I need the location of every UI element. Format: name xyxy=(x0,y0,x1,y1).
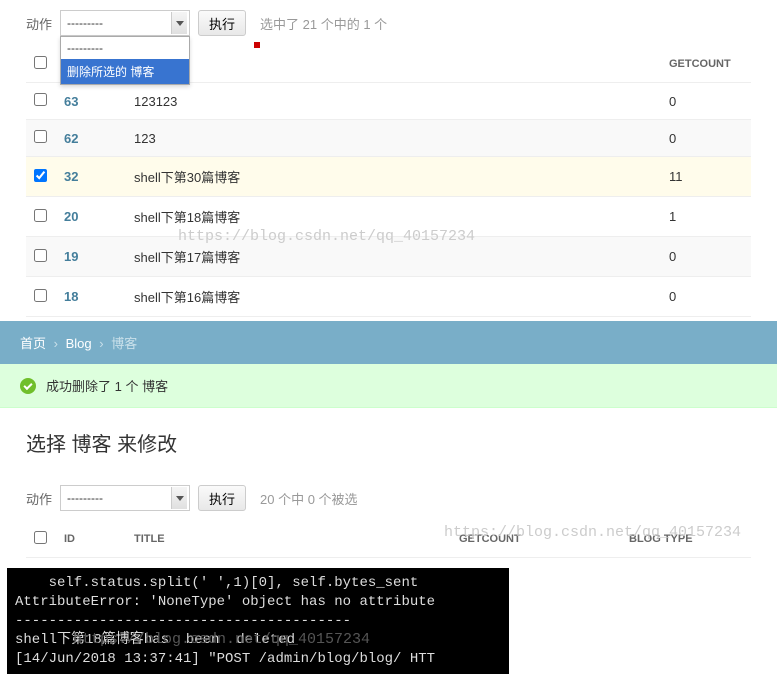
breadcrumb-sep: › xyxy=(99,336,103,351)
table-row: 20 shell下第18篇博客 1 xyxy=(26,197,751,237)
row-checkbox[interactable] xyxy=(34,209,47,222)
row-title: 123 xyxy=(126,120,661,157)
terminal-line: shell下第18篇博客has been deleted xyxy=(15,632,295,648)
go-button[interactable]: 执行 xyxy=(198,485,246,511)
row-getcount: 1 xyxy=(661,197,751,237)
table-row: 62 123 0 xyxy=(26,120,751,157)
row-id-link[interactable]: 18 xyxy=(64,289,78,304)
terminal-line: self.status.split(' ',1)[0], self.bytes_… xyxy=(15,575,427,591)
action-label: 动作 xyxy=(26,489,52,508)
col-getcount[interactable]: GETCOUNT xyxy=(451,521,621,558)
action-row: 动作 --------- 执行 20 个中 0 个被选 xyxy=(26,485,751,511)
action-dropdown: --------- 删除所选的 博客 xyxy=(60,36,190,85)
terminal-line: AttributeError: 'NoneType' object has no… xyxy=(15,594,435,610)
col-blogtype[interactable]: BLOG TYPE xyxy=(621,521,751,558)
terminal-output: self.status.split(' ',1)[0], self.bytes_… xyxy=(7,568,509,674)
breadcrumb-app[interactable]: Blog xyxy=(66,336,92,351)
action-select-value: --------- xyxy=(67,16,103,30)
row-id-link[interactable]: 63 xyxy=(64,94,78,109)
row-id-link[interactable]: 32 xyxy=(64,169,78,184)
action-select-wrap: --------- xyxy=(60,485,190,511)
selection-count: 20 个中 0 个被选 xyxy=(260,489,358,508)
row-getcount: 0 xyxy=(661,83,751,120)
results-table: ID TITLE GETCOUNT 63 123123 0 62 123 0 3… xyxy=(26,46,751,317)
breadcrumb-sep: › xyxy=(54,336,58,351)
row-title: shell下第17篇博客 xyxy=(126,237,661,277)
results-table: ID TITLE GETCOUNT BLOG TYPE xyxy=(26,521,751,558)
table-row: 63 123123 0 xyxy=(26,83,751,120)
row-id-link[interactable]: 20 xyxy=(64,209,78,224)
row-checkbox[interactable] xyxy=(34,130,47,143)
action-select-wrap: --------- --------- 删除所选的 博客 xyxy=(60,10,190,36)
select-all-header xyxy=(26,521,56,558)
row-title: shell下第16篇博客 xyxy=(126,277,661,317)
dropdown-option-delete[interactable]: 删除所选的 博客 xyxy=(61,59,189,84)
page-title: 选择 博客 来修改 xyxy=(26,428,751,457)
table-header-row: ID TITLE GETCOUNT BLOG TYPE xyxy=(26,521,751,558)
breadcrumb: 首页 › Blog › 博客 xyxy=(0,321,777,364)
col-title[interactable]: TITLE xyxy=(126,521,451,558)
row-getcount: 0 xyxy=(661,237,751,277)
action-select[interactable]: --------- xyxy=(60,10,190,36)
table-row: 18 shell下第16篇博客 0 xyxy=(26,277,751,317)
row-title: shell下第18篇博客 xyxy=(126,197,661,237)
success-text: 成功删除了 1 个 博客 xyxy=(46,376,168,395)
select-all-header xyxy=(26,46,56,83)
row-getcount: 0 xyxy=(661,120,751,157)
action-select-value: --------- xyxy=(67,491,103,505)
action-label: 动作 xyxy=(26,14,52,33)
terminal-line: ---------------------------------------- xyxy=(15,613,351,629)
col-getcount[interactable]: GETCOUNT xyxy=(661,46,751,83)
select-all-checkbox[interactable] xyxy=(34,531,47,544)
chevron-down-icon xyxy=(171,487,187,509)
col-id[interactable]: ID xyxy=(56,521,126,558)
row-checkbox[interactable] xyxy=(34,289,47,302)
check-circle-icon xyxy=(20,378,36,394)
select-all-checkbox[interactable] xyxy=(34,56,47,69)
terminal-line: [14/Jun/2018 13:37:41] "POST /admin/blog… xyxy=(15,651,435,667)
row-id-link[interactable]: 62 xyxy=(64,131,78,146)
row-checkbox[interactable] xyxy=(34,93,47,106)
go-button[interactable]: 执行 xyxy=(198,10,246,36)
row-getcount: 0 xyxy=(661,277,751,317)
dropdown-option-blank[interactable]: --------- xyxy=(61,37,189,59)
admin-change-list-top: 动作 --------- --------- 删除所选的 博客 执行 选中了 2… xyxy=(0,0,777,317)
col-title[interactable]: TITLE xyxy=(126,46,661,83)
table-row: 19 shell下第17篇博客 0 xyxy=(26,237,751,277)
success-message: 成功删除了 1 个 博客 xyxy=(0,364,777,408)
row-checkbox[interactable] xyxy=(34,249,47,262)
table-row: 32 shell下第30篇博客 11 xyxy=(26,157,751,197)
action-row: 动作 --------- --------- 删除所选的 博客 执行 选中了 2… xyxy=(26,10,751,36)
row-checkbox[interactable] xyxy=(34,169,47,182)
row-id-link[interactable]: 19 xyxy=(64,249,78,264)
action-select[interactable]: --------- xyxy=(60,485,190,511)
row-getcount: 11 xyxy=(661,157,751,197)
row-title: 123123 xyxy=(126,83,661,120)
breadcrumb-current: 博客 xyxy=(111,336,137,351)
chevron-down-icon xyxy=(171,12,187,34)
admin-change-list-bottom: 选择 博客 来修改 动作 --------- 执行 20 个中 0 个被选 ID… xyxy=(0,408,777,568)
breadcrumb-home[interactable]: 首页 xyxy=(20,336,46,351)
row-title: shell下第30篇博客 xyxy=(126,157,661,197)
indicator-icon xyxy=(254,42,260,48)
selection-count: 选中了 21 个中的 1 个 xyxy=(260,14,387,33)
